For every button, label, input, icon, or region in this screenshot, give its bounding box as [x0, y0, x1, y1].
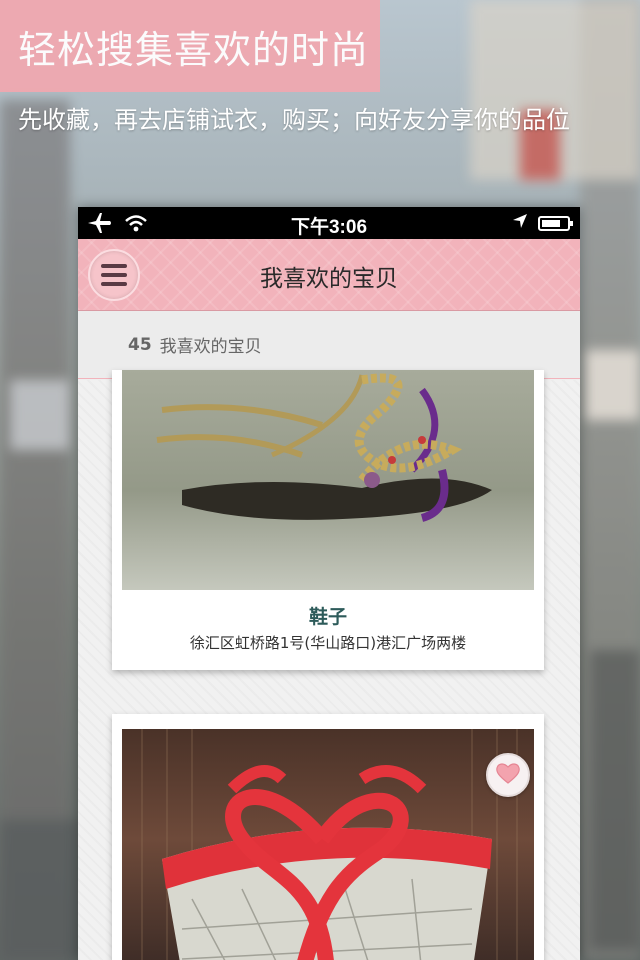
phone-screen: 下午3:06 我喜欢的宝贝 45 我喜欢的宝贝 鞋子 徐汇区虹桥路1号(华山路口…	[78, 207, 580, 960]
product-title[interactable]: 鞋子	[112, 602, 544, 629]
favorites-feed[interactable]: 鞋子 徐汇区虹桥路1号(华山路口)港汇广场两楼	[78, 370, 580, 960]
product-card[interactable]	[112, 714, 544, 960]
battery-icon	[538, 216, 573, 231]
nav-bar: 我喜欢的宝贝	[78, 239, 580, 311]
status-bar: 下午3:06	[78, 207, 580, 239]
favorites-count-bar: 45 我喜欢的宝贝	[78, 311, 580, 379]
status-time: 下午3:06	[290, 217, 368, 238]
favorites-count: 45	[128, 334, 152, 355]
red-heart-bag-photo[interactable]	[122, 729, 534, 960]
promo-subline: 先收藏，再去店铺试衣，购买；向好友分享你的品位	[18, 106, 570, 134]
product-card[interactable]: 鞋子 徐汇区虹桥路1号(华山路口)港汇广场两楼	[112, 370, 544, 670]
favorites-count-label: 我喜欢的宝贝	[159, 337, 262, 357]
heart-icon	[495, 762, 521, 788]
sandals-photo[interactable]	[122, 370, 534, 590]
promo-headline-banner: 轻松搜集喜欢的时尚	[0, 0, 380, 92]
promo-headline: 轻松搜集喜欢的时尚	[18, 27, 370, 72]
store-address: 徐汇区虹桥路1号(华山路口)港汇广场两楼	[189, 634, 467, 652]
like-button[interactable]	[486, 753, 530, 797]
page-title: 我喜欢的宝贝	[260, 266, 398, 292]
location-arrow-icon	[512, 213, 528, 234]
